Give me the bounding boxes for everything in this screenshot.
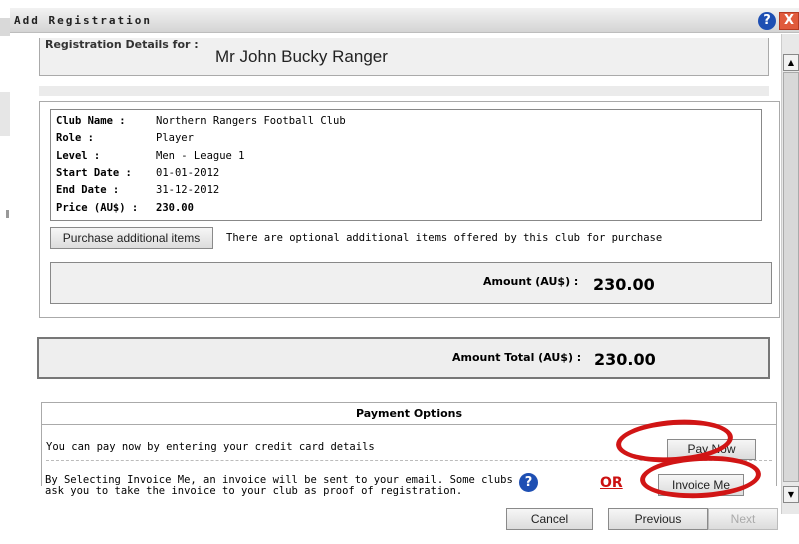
cancel-button[interactable]: Cancel <box>506 508 593 530</box>
detail-value: Northern Rangers Football Club <box>156 115 346 127</box>
background-bar <box>0 92 10 136</box>
detail-label: Level : <box>56 150 101 162</box>
registration-details: Club Name : Northern Rangers Football Cl… <box>50 109 762 221</box>
help-icon[interactable]: ? <box>519 473 538 492</box>
detail-label: End Date : <box>56 184 120 196</box>
scroll-up-arrow-icon[interactable]: ▲ <box>783 54 799 71</box>
detail-label: Club Name : <box>56 115 126 127</box>
registration-label: Registration Details for : <box>45 38 199 51</box>
separator <box>39 86 769 96</box>
detail-value: 31-12-2012 <box>156 184 220 196</box>
vertical-scrollbar[interactable]: ▲ ▼ <box>781 34 799 514</box>
detail-value: 01-01-2012 <box>156 167 220 179</box>
registration-header: Registration Details for : Mr John Bucky… <box>39 38 769 76</box>
purchase-info-text: There are optional additional items offe… <box>226 232 663 244</box>
scrollbar-thumb[interactable] <box>783 72 799 482</box>
background-mark <box>6 210 9 218</box>
next-button: Next <box>708 508 778 530</box>
detail-label: Start Date : <box>56 167 132 179</box>
help-icon[interactable]: ? <box>758 12 776 30</box>
background-bar <box>0 18 10 36</box>
amount-total-value: 230.00 <box>594 350 656 369</box>
previous-button[interactable]: Previous <box>608 508 708 530</box>
background-page-edge <box>0 0 10 544</box>
detail-value: 230.00 <box>156 202 194 214</box>
dialog-title: Add Registration <box>14 14 152 27</box>
detail-label: Role : <box>56 132 94 144</box>
detail-label: Price (AU$) : <box>56 202 139 214</box>
detail-value: Player <box>156 132 194 144</box>
scroll-down-arrow-icon[interactable]: ▼ <box>783 486 799 503</box>
invoice-description: By Selecting Invoice Me, an invoice will… <box>45 474 513 497</box>
or-label: OR <box>600 475 623 491</box>
close-icon[interactable]: X <box>779 12 799 30</box>
amount-value: 230.00 <box>593 275 655 294</box>
dialog-titlebar: Add Registration ? X <box>10 8 799 33</box>
registrant-name: Mr John Bucky Ranger <box>215 47 388 66</box>
registration-panel: Club Name : Northern Rangers Football Cl… <box>39 101 780 318</box>
detail-value: Men - League 1 <box>156 150 245 162</box>
amount-box: Amount (AU$) : 230.00 <box>50 262 772 304</box>
amount-label: Amount (AU$) : <box>483 275 579 288</box>
amount-total-label: Amount Total (AU$) : <box>452 351 582 364</box>
pay-now-description: You can pay now by entering your credit … <box>46 441 375 453</box>
amount-total-box: Amount Total (AU$) : 230.00 <box>37 337 770 379</box>
purchase-additional-items-button[interactable]: Purchase additional items <box>50 227 213 249</box>
